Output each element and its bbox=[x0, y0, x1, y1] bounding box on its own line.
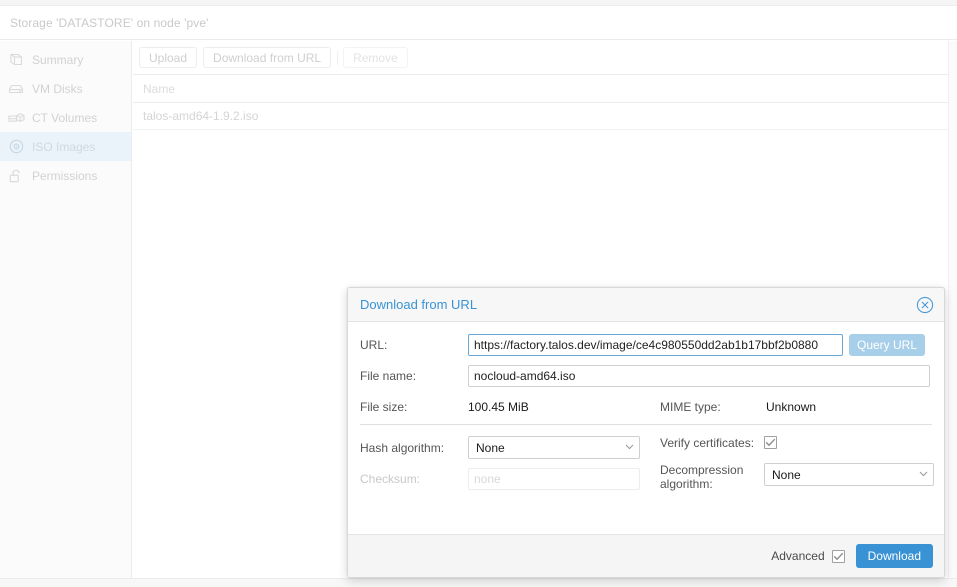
sidebar-item-permissions[interactable]: Permissions bbox=[0, 161, 131, 190]
hash-algorithm-select[interactable]: None bbox=[468, 436, 640, 459]
content-toolbar: Upload Download from URL Remove bbox=[133, 41, 948, 75]
ct-volume-icon bbox=[7, 110, 25, 126]
file-name-row: File name: nocloud-amd64.iso bbox=[360, 365, 932, 387]
dialog-body: URL: https://factory.talos.dev/image/ce4… bbox=[348, 322, 944, 535]
summary-icon bbox=[7, 52, 25, 68]
advanced-checkbox[interactable] bbox=[831, 549, 845, 563]
verify-certificates-label: Verify certificates: bbox=[660, 436, 755, 450]
hash-algorithm-label: Hash algorithm: bbox=[360, 440, 445, 455]
url-input[interactable]: https://factory.talos.dev/image/ce4c9805… bbox=[468, 334, 843, 356]
file-name-input[interactable]: nocloud-amd64.iso bbox=[468, 365, 930, 387]
file-name-label: File name: bbox=[360, 369, 417, 383]
mime-type-group: MIME type: Unknown bbox=[660, 400, 816, 414]
sidebar-item-ct-volumes[interactable]: CT Volumes bbox=[0, 103, 131, 132]
advanced-options: Hash algorithm: None Checksum: none Veri… bbox=[360, 436, 934, 500]
hash-algorithm-row: Hash algorithm: None bbox=[360, 436, 660, 459]
sidebar: Summary VM Disks CT Volumes ISO Images P… bbox=[0, 41, 132, 578]
download-from-url-dialog: Download from URL URL: https://factory.t… bbox=[347, 287, 945, 578]
download-from-url-button[interactable]: Download from URL bbox=[203, 47, 332, 68]
decompression-algorithm-row: Decompression algorithm: None bbox=[660, 463, 934, 491]
chevron-down-icon bbox=[625, 443, 634, 453]
decompression-algorithm-select[interactable]: None bbox=[764, 463, 934, 486]
close-circle-icon[interactable] bbox=[916, 296, 934, 314]
chevron-down-icon bbox=[919, 470, 928, 480]
decompression-algorithm-label: Decompression algorithm: bbox=[660, 463, 744, 491]
file-size-value: 100.45 MiB bbox=[468, 400, 529, 414]
page-title: Storage 'DATASTORE' on node 'pve' bbox=[10, 15, 209, 30]
page-header: Storage 'DATASTORE' on node 'pve' bbox=[0, 6, 957, 40]
sidebar-item-label: Summary bbox=[32, 52, 84, 67]
remove-button[interactable]: Remove bbox=[343, 47, 408, 68]
sidebar-item-label: CT Volumes bbox=[32, 110, 98, 125]
checksum-input[interactable]: none bbox=[468, 468, 640, 490]
file-size-label: File size: bbox=[360, 400, 408, 414]
sidebar-item-iso-images[interactable]: ISO Images bbox=[0, 132, 131, 161]
checksum-row: Checksum: none bbox=[360, 468, 660, 490]
dialog-header: Download from URL bbox=[348, 288, 944, 322]
table-header: Name bbox=[133, 75, 948, 103]
advanced-label: Advanced bbox=[771, 549, 825, 563]
disc-icon bbox=[7, 139, 25, 155]
file-size-group: File size: 100.45 MiB bbox=[360, 400, 660, 414]
query-url-button[interactable]: Query URL bbox=[849, 334, 926, 356]
bottom-edge-strip bbox=[0, 578, 957, 587]
checksum-label: Checksum: bbox=[360, 472, 421, 486]
sidebar-item-label: Permissions bbox=[32, 168, 98, 183]
mime-type-label: MIME type: bbox=[660, 400, 721, 414]
upload-button[interactable]: Upload bbox=[139, 47, 198, 68]
sidebar-item-summary[interactable]: Summary bbox=[0, 45, 131, 74]
hash-algorithm-value: None bbox=[476, 440, 505, 455]
file-info-row: File size: 100.45 MiB MIME type: Unknown bbox=[360, 400, 932, 414]
advanced-left-column: Hash algorithm: None Checksum: none bbox=[360, 436, 660, 500]
dialog-title: Download from URL bbox=[360, 297, 478, 312]
table-row[interactable]: talos-amd64-1.9.2.iso bbox=[133, 103, 948, 130]
mime-type-value: Unknown bbox=[766, 400, 817, 414]
verify-certificates-row: Verify certificates: bbox=[660, 436, 934, 450]
dialog-footer: Advanced Download bbox=[348, 534, 944, 577]
cell-name: talos-amd64-1.9.2.iso bbox=[143, 109, 259, 123]
sidebar-item-label: VM Disks bbox=[32, 81, 83, 96]
decompression-algorithm-value: None bbox=[772, 467, 801, 482]
application-window: Storage 'DATASTORE' on node 'pve' Summar… bbox=[0, 0, 957, 587]
advanced-right-column: Verify certificates: Decompression algor… bbox=[660, 436, 934, 500]
url-label: URL: bbox=[360, 338, 388, 352]
sidebar-item-vm-disks[interactable]: VM Disks bbox=[0, 74, 131, 103]
column-header-name: Name bbox=[143, 81, 176, 96]
section-divider bbox=[360, 424, 932, 425]
download-button[interactable]: Download bbox=[855, 544, 933, 568]
verify-certificates-checkbox[interactable] bbox=[764, 436, 777, 449]
unlock-icon bbox=[7, 168, 25, 184]
harddrive-icon bbox=[7, 81, 25, 97]
sidebar-item-label: ISO Images bbox=[32, 139, 96, 154]
toolbar-separator bbox=[337, 50, 339, 65]
right-edge-strip bbox=[948, 41, 957, 578]
url-row: URL: https://factory.talos.dev/image/ce4… bbox=[360, 334, 932, 356]
